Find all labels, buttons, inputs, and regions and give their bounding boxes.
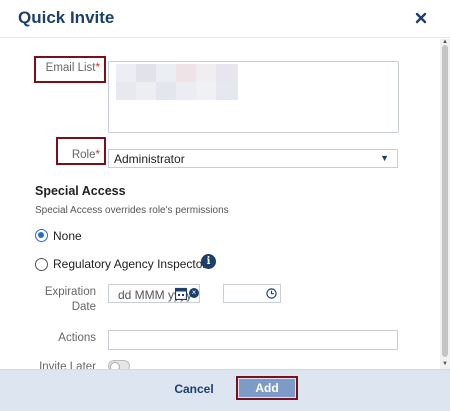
redacted-emails <box>116 64 238 100</box>
special-access-title: Special Access <box>35 184 126 198</box>
actions-label: Actions <box>58 332 96 344</box>
dialog-footer: Cancel Add <box>0 369 450 411</box>
invite-later-toggle[interactable] <box>108 360 130 369</box>
scroll-down-icon[interactable]: ▼ <box>442 361 448 367</box>
dialog-scrollbar[interactable]: ▲ ▼ <box>440 39 450 369</box>
cancel-button[interactable]: Cancel <box>168 380 220 399</box>
role-select-value: Administrator <box>114 152 185 166</box>
radio-none-label[interactable]: None <box>53 229 82 243</box>
email-list-textarea[interactable] <box>108 61 399 133</box>
info-icon[interactable]: i <box>201 254 216 269</box>
role-label: Role* <box>71 149 100 161</box>
add-button[interactable]: Add <box>239 379 295 397</box>
dialog-body: Email List* Role* Administrator ▼ Specia… <box>0 39 440 369</box>
clock-icon[interactable] <box>266 288 277 299</box>
radio-regulatory-inspector[interactable] <box>35 258 48 271</box>
special-access-subtitle: Special Access overrides role's permissi… <box>35 205 229 216</box>
dialog-title: Quick Invite <box>18 8 115 27</box>
email-list-label: Email List* <box>45 62 100 74</box>
radio-none[interactable] <box>35 229 48 242</box>
actions-input[interactable] <box>108 330 398 350</box>
scrollbar-thumb[interactable] <box>442 45 448 357</box>
chevron-down-icon: ▼ <box>380 153 389 163</box>
expiration-date-input[interactable]: dd MMM yyyy × <box>108 284 200 303</box>
invite-later-label: Invite Later <box>39 361 96 369</box>
close-icon[interactable] <box>412 9 430 27</box>
quick-invite-dialog: Quick Invite Email List* Role* Administr… <box>0 0 450 411</box>
role-select[interactable]: Administrator ▼ <box>108 149 398 168</box>
clear-date-icon[interactable]: × <box>189 288 199 298</box>
expiration-date-label: Expiration Date <box>44 286 96 313</box>
calendar-icon[interactable] <box>175 287 187 300</box>
dialog-header: Quick Invite <box>0 0 450 38</box>
expiration-time-input[interactable] <box>223 284 281 303</box>
radio-regulatory-inspector-label[interactable]: Regulatory Agency Inspector <box>53 257 206 271</box>
